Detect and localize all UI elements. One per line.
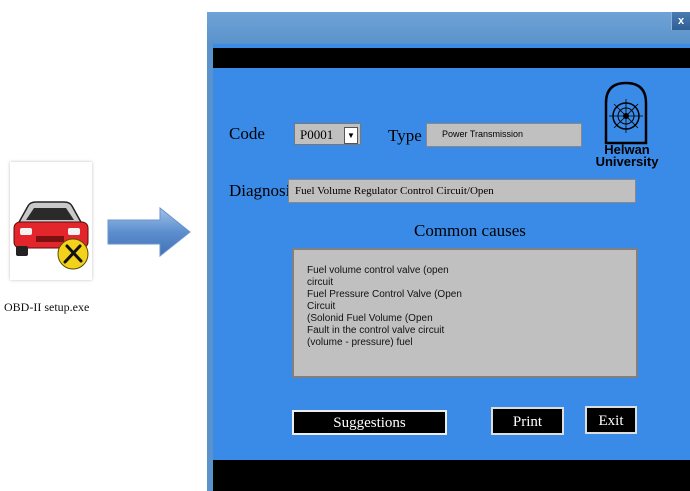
title-bar[interactable]: x	[207, 12, 690, 44]
footer-band	[213, 460, 690, 491]
cause-line: (volume - pressure) fuel	[307, 337, 413, 348]
window-border	[207, 44, 213, 491]
code-value: P0001	[300, 127, 334, 142]
icon-caption: OBD-II setup.exe	[4, 300, 90, 314]
cause-line: (Solonid Fuel Volume (Open	[307, 313, 433, 324]
print-button[interactable]: Print	[491, 407, 564, 435]
suggestions-button[interactable]: Suggestions	[292, 410, 447, 435]
causes-textbox[interactable]: Fuel volume control valve (open circuit …	[292, 248, 638, 378]
diagnosis-field[interactable]: Fuel Volume Regulator Control Circuit/Op…	[288, 179, 636, 203]
cause-line: Circuit	[307, 301, 336, 312]
cause-line: Fuel Pressure Control Valve (Open	[307, 289, 462, 300]
cause-line: Fuel volume control valve (open	[307, 265, 449, 276]
cause-line: circuit	[307, 277, 334, 288]
type-label: Type	[388, 126, 422, 145]
car-repair-icon	[13, 201, 89, 270]
close-button[interactable]: x	[671, 12, 690, 30]
exit-button[interactable]: Exit	[585, 406, 637, 434]
obd-setup-file-icon[interactable]	[10, 162, 92, 280]
right-arrow-icon	[107, 207, 191, 257]
diagnosis-label: Diagnosis	[229, 181, 297, 200]
code-label: Code	[229, 124, 265, 143]
cause-line: Fault in the control valve circuit	[307, 325, 445, 336]
header-band	[213, 48, 690, 68]
common-causes-title: Common causes	[414, 221, 526, 240]
university-name: Helwan University	[592, 143, 662, 169]
obd-app-window: x Code P0001 ▼ Type Power Transmission D…	[207, 12, 690, 491]
code-dropdown[interactable]: P0001 ▼	[294, 123, 361, 145]
type-field[interactable]: Power Transmission	[426, 123, 582, 147]
chevron-down-icon[interactable]: ▼	[344, 127, 358, 144]
logo-line-2: University	[595, 154, 659, 169]
